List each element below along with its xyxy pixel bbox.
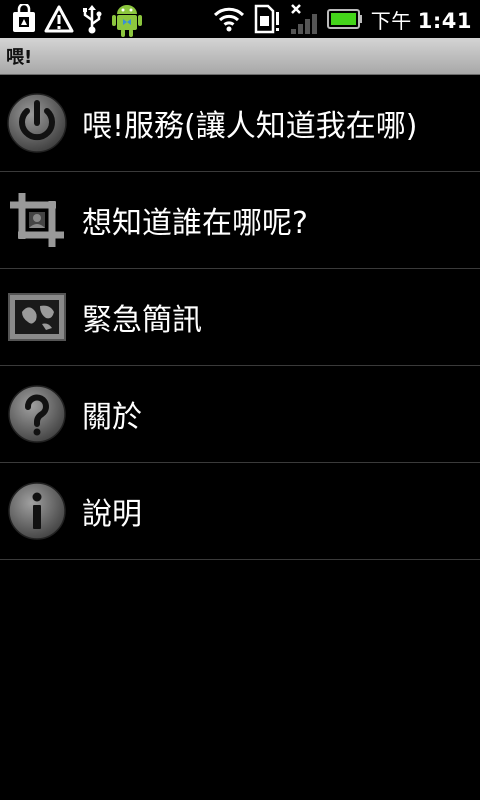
menu-item-label: 關於	[82, 400, 142, 435]
usb-icon	[80, 4, 104, 34]
help-icon	[6, 383, 68, 445]
android-icon	[110, 0, 144, 38]
menu-list: 喂!服務(讓人知道我在哪) 想知道誰在哪呢? 緊急簡訊 關於 說明	[0, 75, 480, 560]
power-icon	[6, 92, 68, 154]
status-bar: 下午 1:41	[0, 0, 480, 38]
picture-icon	[6, 286, 68, 348]
menu-item-label: 說明	[82, 497, 142, 532]
menu-item-emergency-sms[interactable]: 緊急簡訊	[0, 269, 480, 366]
menu-item-find[interactable]: 想知道誰在哪呢?	[0, 172, 480, 269]
battery-icon	[326, 8, 363, 30]
app-title: 喂!	[6, 47, 33, 68]
signal-icon	[289, 3, 319, 35]
notification-icons	[0, 0, 144, 38]
menu-item-label: 喂!服務(讓人知道我在哪)	[82, 109, 418, 144]
sim-icon	[253, 4, 281, 34]
wifi-icon	[213, 6, 245, 32]
bag-icon	[10, 4, 38, 34]
clock: 下午 1:41	[371, 5, 472, 34]
menu-item-service[interactable]: 喂!服務(讓人知道我在哪)	[0, 75, 480, 172]
menu-item-about[interactable]: 關於	[0, 366, 480, 463]
crop-icon	[6, 189, 68, 251]
warning-icon	[44, 4, 74, 34]
info-icon	[6, 480, 68, 542]
clock-time: 1:41	[417, 8, 472, 33]
menu-item-help[interactable]: 說明	[0, 463, 480, 560]
system-icons: 下午 1:41	[213, 3, 480, 35]
clock-ampm: 下午	[370, 8, 412, 33]
title-bar: 喂!	[0, 38, 480, 75]
menu-item-label: 想知道誰在哪呢?	[82, 206, 308, 241]
menu-item-label: 緊急簡訊	[82, 303, 202, 338]
